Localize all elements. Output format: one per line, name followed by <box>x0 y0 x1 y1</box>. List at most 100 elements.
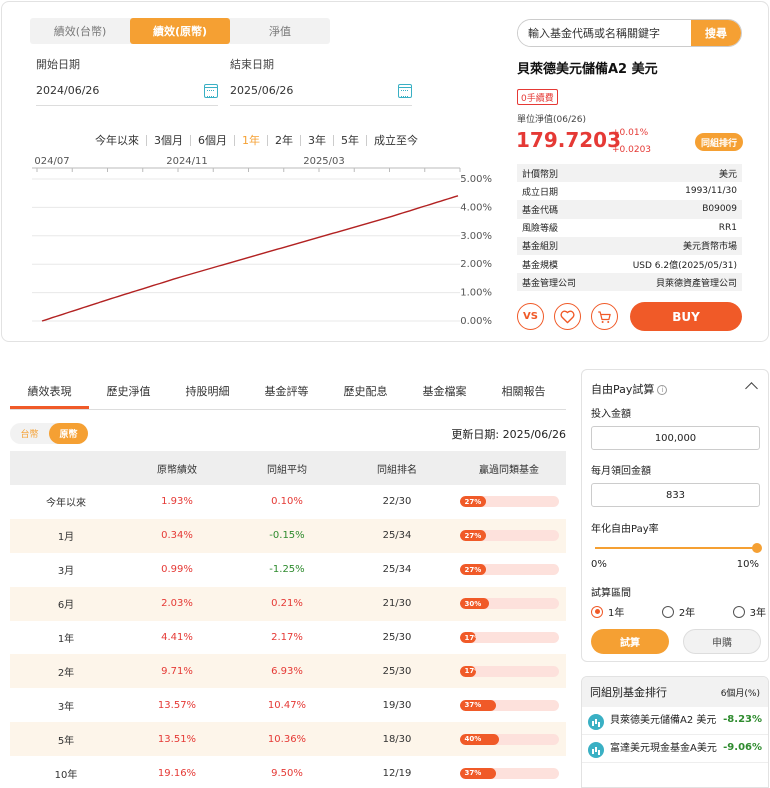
beat-peers-bar: 17% <box>459 632 559 643</box>
peer-fund-name: 富達美元現金基金A美元 <box>610 743 717 754</box>
peer-fund-name: 貝萊德美元儲備A2 美元 <box>610 715 717 726</box>
info-icon[interactable]: i <box>657 385 668 395</box>
beat-peers-cell: 37% <box>452 699 566 711</box>
peer-rank-item[interactable]: 富達美元現金基金A美元 -9.06% <box>582 735 768 763</box>
end-date-field[interactable]: 2025/06/26 <box>230 76 412 106</box>
range-1y[interactable]: 1年 <box>235 132 267 148</box>
info-key: 基金規模 <box>522 260 559 271</box>
y-tick-label: 4.00% <box>460 202 492 213</box>
monthly-amount-input[interactable] <box>591 483 760 507</box>
performance-cell: 2.03% <box>161 598 193 610</box>
calculate-button[interactable]: 試算 <box>591 629 669 654</box>
y-tick-label: 3.00% <box>460 231 492 242</box>
tab-history-nav[interactable]: 歷史淨值 <box>89 370 168 409</box>
beat-peers-bar: 27% <box>459 530 559 542</box>
x-tick-label: 2024/11 <box>166 156 208 167</box>
calculator-title: 自由Pay試算 i <box>591 381 668 397</box>
favorite-button[interactable] <box>554 303 581 330</box>
table-row: 6月 2.03% 0.21% 21/30 30% <box>10 586 566 621</box>
performance-chart-svg: 024/07 2024/11 2025/03 5.00% 4.00% 3.00% 2.00%… <box>32 156 492 327</box>
beat-peers-bar: 27% <box>459 496 559 508</box>
table-row: 3年 13.57% 10.47% 19/30 37% <box>10 688 566 722</box>
calendar-icon[interactable] <box>204 83 218 98</box>
tab-ratings[interactable]: 基金評等 <box>247 370 326 409</box>
range-since-inception[interactable]: 成立至今 <box>367 132 425 148</box>
search-button[interactable]: 搜尋 <box>691 20 741 46</box>
range-6m[interactable]: 6個月 <box>191 132 234 148</box>
series-line <box>41 195 459 322</box>
calendar-icon[interactable] <box>398 83 412 98</box>
range-ytd[interactable]: 今年以來 <box>88 132 146 148</box>
range-tabs: 今年以來 3個月 6個月 1年 2年 3年 5年 成立至今 <box>88 132 425 148</box>
performance-cell: 1.93% <box>161 496 193 508</box>
tab-reports[interactable]: 相關報告 <box>484 370 563 409</box>
start-date-field[interactable]: 2024/06/26 <box>36 76 218 106</box>
fund-overview-card: 績效(台幣) 績效(原幣) 淨值 開始日期 2024/06/26 結束日期 20… <box>1 1 769 342</box>
vs-icon: VS <box>523 311 538 322</box>
beat-peers-cell: 27% <box>452 564 566 576</box>
fund-name: 貝萊德美元儲備A2 美元 <box>517 62 658 77</box>
beat-peers-cell: 27% <box>452 530 566 542</box>
performance-mode-tabs: 績效(台幣) 績效(原幣) 淨值 <box>30 18 330 44</box>
compare-button[interactable]: VS <box>517 303 544 330</box>
info-row: 基金管理公司 貝萊德資產管理公司 <box>517 273 742 292</box>
period-2y-radio[interactable]: 2年 <box>661 604 695 619</box>
info-key: 計價幣別 <box>522 169 559 180</box>
radio-icon <box>661 605 674 618</box>
peer-rank-list: 貝萊德美元儲備A2 美元 -8.23% 富達美元現金基金A美元 -9.06% <box>582 707 768 763</box>
peer-average-cell: 9.50% <box>271 767 303 779</box>
peer-average-cell: 10.36% <box>267 733 307 745</box>
tab-performance-original[interactable]: 績效(原幣) <box>130 18 230 44</box>
rate-slider-track[interactable] <box>595 547 756 549</box>
tab-performance[interactable]: 績效表現 <box>10 370 89 409</box>
peer-rank-button[interactable]: 同組排行 <box>695 133 744 151</box>
tab-fund-profile[interactable]: 基金檔案 <box>405 370 484 409</box>
tab-dividends[interactable]: 歷史配息 <box>326 370 405 409</box>
info-key: 成立日期 <box>522 187 559 198</box>
nav-change-abs: +0.0203 <box>612 145 652 155</box>
start-date-label: 開始日期 <box>36 58 80 71</box>
period-cell: 10年 <box>54 769 78 781</box>
period-1y-radio[interactable]: 1年 <box>591 604 624 619</box>
table-row: 10年 19.16% 9.50% 12/19 37% <box>10 756 566 788</box>
tab-nav[interactable]: 淨值 <box>230 18 330 44</box>
currency-twd[interactable]: 台幣 <box>10 423 49 444</box>
peer-rank-header: 同組別基金排行 6個月(%) <box>582 677 768 707</box>
subscribe-button[interactable]: 申購 <box>683 629 761 654</box>
freepay-calculator: 自由Pay試算i 投入金額 每月領回金額 年化自由Pay率 0% 10% 試算區… <box>581 369 769 662</box>
range-2y[interactable]: 2年 <box>268 132 300 148</box>
info-value: 貝萊德資產管理公司 <box>655 278 737 289</box>
table-body: 今年以來 1.93% 0.10% 22/30 27% 1月 0.34% -0.15% 25/34… <box>10 485 566 788</box>
tab-performance-twd[interactable]: 績效(台幣) <box>30 18 130 44</box>
invest-amount-input[interactable] <box>591 426 760 450</box>
info-value: 美元 <box>718 169 737 180</box>
range-3y[interactable]: 3年 <box>301 132 333 148</box>
performance-chart: 024/07 2024/11 2025/03 5.00% 4.00% 3.00% 2.00%… <box>2 152 502 332</box>
peer-rank-card: 同組別基金排行 6個月(%) 貝萊德美元儲備A2 美元 -8.23% 富達美元現金基… <box>581 676 769 788</box>
y-tick-label: 0.00% <box>460 316 492 327</box>
range-3m[interactable]: 3個月 <box>147 132 190 148</box>
rate-slider-handle[interactable] <box>752 543 762 553</box>
period-label: 試算區間 <box>591 588 631 599</box>
peer-rank-cell: 21/30 <box>382 598 412 610</box>
chevron-up-icon[interactable] <box>745 382 758 395</box>
performance-cell: 0.99% <box>161 564 193 576</box>
peer-rank-item[interactable]: 貝萊德美元儲備A2 美元 -8.23% <box>582 707 768 735</box>
beat-peers-bar: 37% <box>459 767 559 779</box>
performance-cell: 13.51% <box>157 733 197 745</box>
search-input[interactable] <box>518 20 691 46</box>
buy-button[interactable]: BUY <box>630 302 742 331</box>
cart-button[interactable] <box>591 303 618 330</box>
performance-table: 原幣績效 同組平均 同組排名 贏過同類基金 今年以來 1.93% 0.10% 22/3… <box>10 451 566 788</box>
peer-average-cell: -1.25% <box>269 564 305 576</box>
fund-search: 搜尋 <box>517 19 742 47</box>
period-3y-radio[interactable]: 3年 <box>732 604 766 619</box>
x-tick-label: 2025/03 <box>303 156 345 167</box>
info-value: 美元貨幣市場 <box>682 242 737 253</box>
beat-peers-fill: 27% <box>459 564 487 576</box>
cart-icon <box>598 310 611 323</box>
range-5y[interactable]: 5年 <box>334 132 366 148</box>
currency-original[interactable]: 原幣 <box>49 423 88 444</box>
tab-holdings[interactable]: 持股明細 <box>168 370 247 409</box>
header-performance: 原幣績效 <box>157 464 197 476</box>
